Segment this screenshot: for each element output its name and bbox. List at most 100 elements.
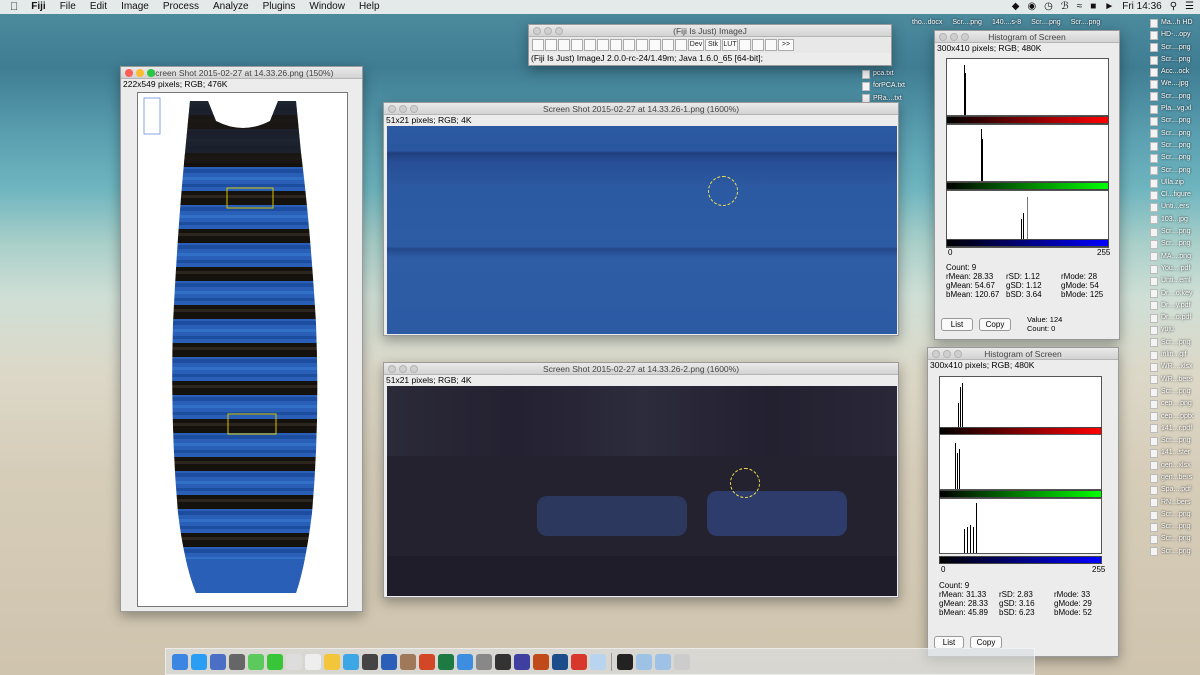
line-icon[interactable] (267, 653, 283, 670)
menu-plugins[interactable]: Plugins (256, 0, 303, 14)
imagej-titlebar[interactable]: (Fiji Is Just) ImageJ (529, 25, 891, 37)
desktop-file[interactable]: Scr....png (1150, 152, 1200, 164)
desktop-file[interactable]: Scr....png (1150, 546, 1200, 558)
crop1-titlebar[interactable]: Screen Shot 2015-02-27 at 14.33.26-1.png… (384, 103, 898, 115)
desktop-file[interactable]: Spa....pdf (1150, 484, 1200, 496)
notes-icon[interactable] (286, 653, 302, 670)
acrobat-icon[interactable] (571, 653, 587, 670)
desktop-file[interactable]: Cl...figure (1150, 189, 1200, 201)
desktop-file[interactable]: WR...bers (1150, 374, 1200, 386)
desktop-file[interactable]: Scr....png (1150, 533, 1200, 545)
desktop-file[interactable]: gen...bers (1150, 472, 1200, 484)
zoom-button[interactable] (147, 69, 155, 77)
minimize-button[interactable] (399, 365, 407, 373)
minimize-button[interactable] (943, 350, 951, 358)
desktop-file[interactable]: Unti...ers (1150, 201, 1200, 213)
dropbox-icon[interactable]: ◆ (1012, 0, 1020, 14)
menu-image[interactable]: Image (114, 0, 156, 14)
desktop-file[interactable]: Ulla.zip (1150, 177, 1200, 189)
magnifier-tool-icon[interactable]: magnifier-tool (649, 39, 661, 51)
crop1-canvas[interactable] (387, 126, 897, 334)
tool-14[interactable]: LUT (722, 39, 738, 51)
desktop-file[interactable]: MA....png (1150, 251, 1200, 263)
activity-icon[interactable] (362, 653, 378, 670)
downloads-icon[interactable] (636, 653, 652, 670)
menu-analyze[interactable]: Analyze (206, 0, 256, 14)
menu-process[interactable]: Process (156, 0, 206, 14)
fiji-icon[interactable] (590, 653, 606, 670)
list-button[interactable]: List (941, 318, 973, 331)
zoom-button[interactable] (961, 33, 969, 41)
stickies-icon[interactable] (324, 653, 340, 670)
desktop-file[interactable]: gen...xlsx (1150, 460, 1200, 472)
zoom-button[interactable] (410, 105, 418, 113)
desktop-file[interactable]: inlin...gif (1150, 349, 1200, 361)
close-button[interactable] (939, 33, 947, 41)
desktop-file[interactable]: forPCA.txt (862, 80, 905, 92)
word-icon[interactable] (381, 653, 397, 670)
wand-tool-icon[interactable]: wand-tool (623, 39, 635, 51)
zoom-button[interactable] (954, 350, 962, 358)
desktop-file[interactable]: Scr....png (1150, 238, 1200, 250)
desktop-file[interactable]: Pla...vg.xl (1150, 103, 1200, 115)
desktop-file[interactable]: cep....png (1150, 398, 1200, 410)
app-menu-fiji[interactable]: Fiji (24, 0, 52, 14)
desktop-file[interactable]: Scr....png (1150, 435, 1200, 447)
close-button[interactable] (388, 365, 396, 373)
oval-selection[interactable] (730, 468, 760, 498)
desktop-file[interactable]: 140....s-8 (992, 17, 1021, 29)
desktop-file[interactable]: 141...ster (1150, 447, 1200, 459)
desktop-file[interactable]: Scr....png (1150, 140, 1200, 152)
excel-icon[interactable] (438, 653, 454, 670)
pen-tool-icon[interactable]: pen-tool (739, 39, 751, 51)
zoom-button[interactable] (410, 365, 418, 373)
desktop-file[interactable]: cep....pptx (1150, 411, 1200, 423)
dress-titlebar[interactable]: Screen Shot 2015-02-27 at 14.33.26.png (… (121, 67, 362, 79)
messages-icon[interactable] (248, 653, 264, 670)
calendar-icon[interactable] (305, 653, 321, 670)
desktop-file[interactable]: tho...docx (912, 17, 942, 29)
desktop-file[interactable]: 103...jpg (1150, 214, 1200, 226)
desktop-file[interactable]: Scr....png (1150, 54, 1200, 66)
brush-tool-icon[interactable]: brush-tool (765, 39, 777, 51)
histogram2-titlebar[interactable]: Histogram of Screen (928, 348, 1118, 360)
point-tool-icon[interactable]: point-tool (610, 39, 622, 51)
close-button[interactable] (388, 105, 396, 113)
app-icon-2[interactable] (476, 653, 492, 670)
wifi-icon[interactable]: ≈ (1077, 0, 1083, 14)
photoshop-icon[interactable] (552, 653, 568, 670)
desktop-file[interactable]: Dr....y.pdf (1150, 300, 1200, 312)
desktop-file[interactable]: Scr....png (1150, 165, 1200, 177)
minimized-window-icon[interactable] (617, 653, 633, 670)
terminal-icon[interactable] (495, 653, 511, 670)
desktop-file[interactable]: Unti...eml (1150, 275, 1200, 287)
desktop-file[interactable]: Acc...ock (1150, 66, 1200, 78)
histogram1-titlebar[interactable]: Histogram of Screen (935, 31, 1119, 43)
tool-18[interactable]: >> (778, 39, 794, 51)
twitter-icon[interactable]: ◉ (1027, 0, 1036, 14)
desktop-file[interactable]: Dr....o.key (1150, 288, 1200, 300)
line-tool-icon[interactable]: line-tool (584, 39, 596, 51)
menu-help[interactable]: Help (352, 0, 387, 14)
close-button[interactable] (932, 350, 940, 358)
desktop-file[interactable]: Scr....png (1071, 17, 1101, 29)
desktop-file[interactable]: Ma...h HD (1150, 17, 1200, 29)
r-icon[interactable] (457, 653, 473, 670)
desktop-file[interactable]: Scr....png (1150, 337, 1200, 349)
minimize-button[interactable] (136, 69, 144, 77)
app-icon-3[interactable] (514, 653, 530, 670)
desktop-file[interactable]: Scr....png (1150, 509, 1200, 521)
menu-window[interactable]: Window (302, 0, 352, 14)
close-button[interactable] (125, 69, 133, 77)
minimize-button[interactable] (399, 105, 407, 113)
desktop-file[interactable]: Scr....png (1150, 128, 1200, 140)
camera-icon[interactable] (229, 653, 245, 670)
polygon-tool-icon[interactable]: polygon-tool (558, 39, 570, 51)
oval-tool-icon[interactable]: oval-tool (545, 39, 557, 51)
desktop-file[interactable]: Dr....o.pdf (1150, 312, 1200, 324)
desktop-file[interactable]: pca.txt (862, 68, 905, 80)
rect-tool-icon[interactable]: rect-tool (532, 39, 544, 51)
flag-icon[interactable]: ■ (1090, 0, 1096, 14)
volume-icon[interactable]: ► (1104, 0, 1114, 14)
spotlight-search-icon[interactable]: ⚲ (1170, 0, 1177, 14)
